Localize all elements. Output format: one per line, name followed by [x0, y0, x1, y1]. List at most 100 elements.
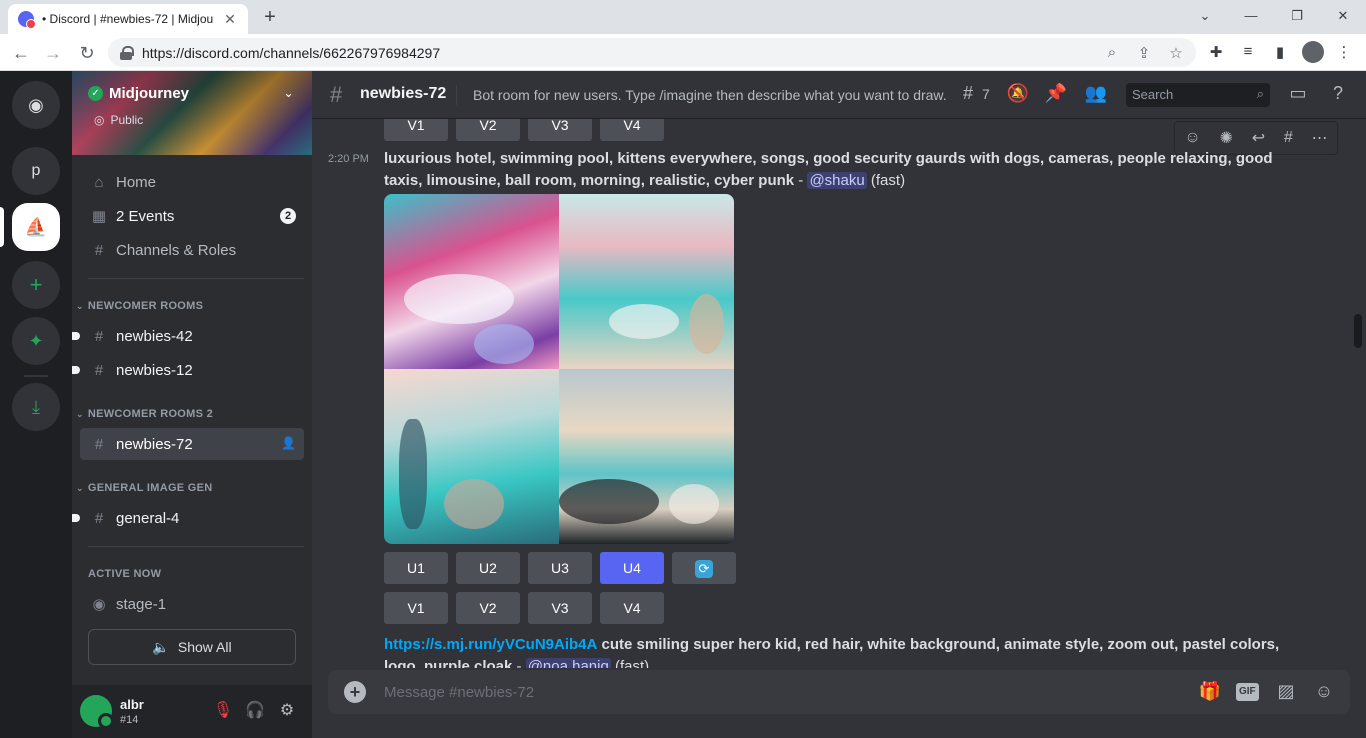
- user-mention[interactable]: @noa hanig: [525, 658, 611, 668]
- upload-plus-icon[interactable]: +: [344, 681, 366, 703]
- download-apps-icon[interactable]: ⤓: [12, 383, 60, 431]
- search-icon[interactable]: ⌕: [1102, 44, 1122, 61]
- explore-icon[interactable]: ✦: [12, 317, 60, 365]
- address-bar[interactable]: https://discord.com/channels/66226797698…: [108, 38, 1196, 67]
- gear-icon[interactable]: ⚙: [276, 700, 298, 720]
- inbox-icon[interactable]: ▭: [1286, 83, 1310, 104]
- header-divider: [456, 85, 457, 105]
- channel-newbies-12[interactable]: # newbies-12: [72, 354, 304, 386]
- tab-search-icon[interactable]: ⌄: [1182, 4, 1228, 28]
- emoji-icon[interactable]: ☺: [1312, 681, 1336, 702]
- add-server-icon[interactable]: +: [12, 261, 60, 309]
- server-midjourney-icon[interactable]: ⛵: [12, 203, 60, 251]
- u1-button[interactable]: U1: [384, 552, 448, 584]
- v1-button[interactable]: V1: [384, 592, 448, 624]
- lock-icon: [120, 45, 134, 60]
- hash-icon: #: [94, 361, 104, 379]
- variation-button-row: V1 V2 V3 V4: [384, 592, 664, 624]
- v3-button[interactable]: V3: [528, 592, 592, 624]
- tab-close-icon[interactable]: ✕: [222, 11, 238, 28]
- channel-newbies-72[interactable]: # newbies-72 👤: [80, 428, 304, 460]
- help-icon[interactable]: ?: [1326, 83, 1350, 104]
- v3-button[interactable]: V3: [528, 119, 592, 141]
- extensions-icon[interactable]: ✚: [1206, 43, 1226, 61]
- chevron-down-icon[interactable]: ⌄: [283, 85, 294, 101]
- back-button[interactable]: ←: [8, 40, 34, 66]
- create-thread-icon[interactable]: #: [1284, 129, 1293, 147]
- notification-muted-icon[interactable]: 🔕: [1006, 83, 1030, 104]
- sidebar-item-channels-roles[interactable]: # Channels & Roles: [80, 234, 304, 266]
- category-newcomer-rooms[interactable]: ⌄ NEWCOMER ROOMS: [76, 300, 203, 312]
- generated-image-grid[interactable]: [384, 194, 734, 544]
- user-tag: #14: [120, 714, 139, 726]
- u2-button[interactable]: U2: [456, 552, 520, 584]
- category-newcomer-rooms-2[interactable]: ⌄ NEWCOMER ROOMS 2: [76, 408, 213, 420]
- next-message-content: https://s.mj.run/yVCuN9Aib4A cute smilin…: [384, 634, 1314, 668]
- stage-channel[interactable]: ◉ stage-1: [80, 588, 304, 620]
- add-reaction-icon[interactable]: ☺: [1184, 129, 1200, 147]
- image-link[interactable]: https://s.mj.run/yVCuN9Aib4A: [384, 636, 597, 653]
- show-all-button[interactable]: 🔈 Show All: [88, 629, 296, 665]
- speaker-icon: 🔈: [152, 638, 170, 655]
- discord-home-icon[interactable]: ◉: [12, 81, 60, 129]
- v4-button[interactable]: V4: [600, 592, 664, 624]
- car-shape: [404, 274, 514, 324]
- hash-icon: #: [330, 82, 343, 107]
- reading-list-icon[interactable]: ≡: [1238, 43, 1258, 60]
- server-header[interactable]: ✓ Midjourney: [88, 85, 189, 102]
- search-input[interactable]: Search ⌕: [1126, 83, 1270, 107]
- headphones-icon[interactable]: 🎧: [244, 700, 266, 720]
- scroll-thumb[interactable]: [1354, 314, 1362, 348]
- active-now-heading: ACTIVE NOW: [88, 568, 162, 580]
- reload-button[interactable]: ↻: [74, 40, 100, 66]
- more-icon[interactable]: ⋯: [1312, 128, 1328, 148]
- speed-label: (fast): [870, 172, 906, 189]
- avatar[interactable]: [80, 695, 114, 729]
- profile-icon[interactable]: [1302, 41, 1324, 63]
- v4-button[interactable]: V4: [600, 119, 664, 141]
- star-icon[interactable]: ☆: [1166, 44, 1186, 62]
- sidebar-item-events[interactable]: ▦ 2 Events 2: [80, 200, 304, 232]
- menu-icon[interactable]: ⋮: [1334, 43, 1354, 61]
- sticker-icon[interactable]: ▨: [1274, 681, 1298, 702]
- chevron-down-icon: ⌄: [76, 300, 84, 311]
- channel-newbies-42[interactable]: # newbies-42: [72, 320, 304, 352]
- invite-icon[interactable]: 👤: [281, 436, 296, 450]
- maximize-button[interactable]: ❐: [1274, 4, 1320, 28]
- message-scrollbar[interactable]: [1354, 119, 1362, 668]
- category-general-image-gen[interactable]: ⌄ GENERAL IMAGE GEN: [76, 482, 213, 494]
- sidebar-item-home[interactable]: ⌂ Home: [80, 166, 304, 198]
- new-tab-button[interactable]: +: [258, 6, 282, 30]
- server-p[interactable]: p: [12, 147, 60, 195]
- forward-button[interactable]: →: [40, 40, 66, 66]
- reroll-button[interactable]: ⟳: [672, 552, 736, 584]
- v2-button[interactable]: V2: [456, 592, 520, 624]
- u4-button[interactable]: U4: [600, 552, 664, 584]
- category-label: NEWCOMER ROOMS: [87, 300, 204, 312]
- unread-indicator: [72, 332, 80, 340]
- url-text[interactable]: https://discord.com/channels/66226797698…: [142, 45, 440, 61]
- v2-button[interactable]: V2: [456, 119, 520, 141]
- channel-general-4[interactable]: # general-4: [72, 502, 304, 534]
- threads-icon[interactable]: #: [956, 83, 980, 104]
- mic-muted-icon[interactable]: 🎙: [212, 700, 234, 720]
- pin-icon[interactable]: 📌: [1044, 83, 1068, 104]
- gif-button[interactable]: GIF: [1236, 683, 1259, 701]
- sidebar-icon[interactable]: ▮: [1270, 43, 1290, 61]
- channel-label: newbies-42: [116, 327, 193, 345]
- car-shape: [609, 304, 679, 339]
- minimize-button[interactable]: —: [1228, 4, 1274, 28]
- channel-topic[interactable]: Bot room for new users. Type /imagine th…: [473, 87, 947, 103]
- super-reaction-icon[interactable]: ✺: [1220, 128, 1233, 148]
- message-input[interactable]: [384, 682, 1184, 702]
- u3-button[interactable]: U3: [528, 552, 592, 584]
- share-icon[interactable]: ⇪: [1134, 44, 1154, 62]
- v1-button[interactable]: V1: [384, 119, 448, 141]
- gift-icon[interactable]: 🎁: [1198, 681, 1222, 702]
- member-list-icon[interactable]: 👥: [1084, 83, 1108, 104]
- reply-icon[interactable]: ↩: [1252, 128, 1265, 148]
- user-mention[interactable]: @shaku: [807, 172, 867, 189]
- close-window-button[interactable]: ✕: [1320, 4, 1366, 28]
- browser-tab[interactable]: • Discord | #newbies-72 | Midjourney ✕: [8, 4, 248, 34]
- speed-label: (fast): [615, 658, 650, 668]
